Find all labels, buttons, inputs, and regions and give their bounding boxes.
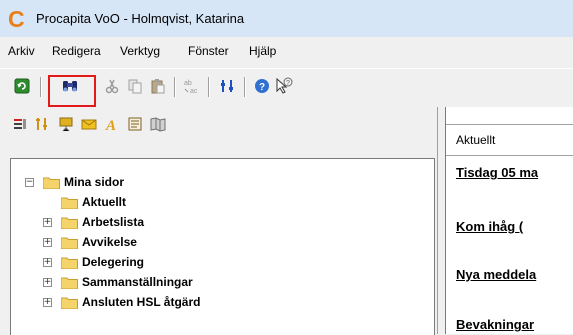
tree-node-label: Arbetslista — [82, 215, 145, 229]
tree-node-label: Avvikelse — [82, 235, 137, 249]
tree-node-label: Delegering — [82, 255, 145, 269]
search-button-highlight — [48, 75, 96, 107]
menu-arkiv[interactable]: Arkiv — [8, 44, 35, 58]
help-icon[interactable]: ? — [252, 76, 272, 96]
expand-toggle[interactable]: + — [43, 257, 52, 267]
folder-icon — [42, 176, 60, 189]
folder-icon — [60, 236, 78, 249]
presentation-icon[interactable] — [56, 114, 76, 134]
mail-icon[interactable] — [79, 114, 99, 134]
tab-aktuellt[interactable]: Aktuellt — [446, 124, 573, 156]
menu-bar: Arkiv Redigera Verktyg Fönster Hjälp — [0, 38, 573, 62]
content-pane: Aktuellt Tisdag 05 ma Kom ihåg ( Nya med… — [445, 107, 573, 334]
toolbar-separator — [40, 77, 42, 97]
spellcheck-icon[interactable]: ab ac — [182, 76, 202, 96]
tree-node-avvikelse[interactable]: + Avvikelse — [43, 232, 137, 252]
tree-node-ansluten-hsl[interactable]: + Ansluten HSL åtgärd — [43, 292, 200, 312]
cut-icon[interactable] — [102, 76, 122, 96]
title-bar: C Procapita VoO - Holmqvist, Katarina — [0, 0, 573, 37]
expand-toggle[interactable]: + — [43, 297, 52, 307]
navigation-pane: A − Mina sidor Aktuellt + Arbetslista + … — [0, 107, 438, 335]
svg-text:A: A — [105, 118, 116, 132]
folder-icon — [60, 296, 78, 309]
folder-icon — [60, 216, 78, 229]
tree-node-aktuellt[interactable]: Aktuellt — [60, 192, 127, 212]
nya-meddelanden-link[interactable]: Nya meddela — [456, 267, 536, 282]
tree-node-label: Aktuellt — [82, 195, 127, 209]
tree-node-label: Ansluten HSL åtgärd — [82, 295, 201, 309]
tree-node-label: Sammanställningar — [82, 275, 193, 289]
window-title: Procapita VoO - Holmqvist, Katarina — [36, 11, 245, 26]
navigation-tree: − Mina sidor Aktuellt + Arbetslista + Av… — [10, 158, 435, 335]
collapse-toggle[interactable]: − — [25, 177, 34, 187]
toolbar-separator — [174, 77, 176, 97]
expand-toggle[interactable]: + — [43, 217, 52, 227]
navigation-toolbar: A — [0, 107, 437, 157]
date-heading-link[interactable]: Tisdag 05 ma — [456, 165, 538, 180]
svg-text:ab: ab — [184, 80, 192, 87]
menu-hjalp[interactable]: Hjälp — [249, 44, 276, 58]
folder-icon — [60, 256, 78, 269]
tree-node-mina-sidor[interactable]: − Mina sidor — [25, 172, 124, 192]
tree-node-arbetslista[interactable]: + Arbetslista — [43, 212, 144, 232]
svg-text:ac: ac — [190, 88, 198, 94]
bevakningar-link[interactable]: Bevakningar — [456, 317, 534, 332]
kom-ihag-link[interactable]: Kom ihåg ( — [456, 219, 523, 234]
text-icon[interactable]: A — [102, 114, 122, 134]
svg-text:?: ? — [286, 80, 290, 87]
toolbar-separator — [244, 77, 246, 97]
tools-icon[interactable] — [32, 114, 52, 134]
tab-label: Aktuellt — [456, 133, 496, 147]
svg-text:?: ? — [259, 82, 265, 93]
menu-fonster[interactable]: Fönster — [188, 44, 229, 58]
refresh-icon[interactable] — [12, 76, 32, 96]
tree-node-delegering[interactable]: + Delegering — [43, 252, 144, 272]
whats-this-icon[interactable]: ? — [274, 76, 294, 96]
tree-node-sammanstallningar[interactable]: + Sammanställningar — [43, 272, 193, 292]
menu-redigera[interactable]: Redigera — [52, 44, 101, 58]
expand-toggle[interactable]: + — [43, 277, 52, 287]
copy-icon[interactable] — [125, 76, 145, 96]
list-icon[interactable] — [10, 114, 30, 134]
filter-icon[interactable] — [217, 76, 237, 96]
toolbar-separator — [208, 77, 210, 97]
folder-icon — [60, 276, 78, 289]
paste-icon[interactable] — [148, 76, 168, 96]
document-icon[interactable] — [125, 114, 145, 134]
folder-icon — [60, 196, 78, 209]
expand-toggle[interactable]: + — [43, 237, 52, 247]
app-logo-icon: C — [8, 6, 25, 32]
map-icon[interactable] — [148, 114, 168, 134]
tree-node-label: Mina sidor — [64, 175, 125, 189]
menu-verktyg[interactable]: Verktyg — [120, 44, 160, 58]
